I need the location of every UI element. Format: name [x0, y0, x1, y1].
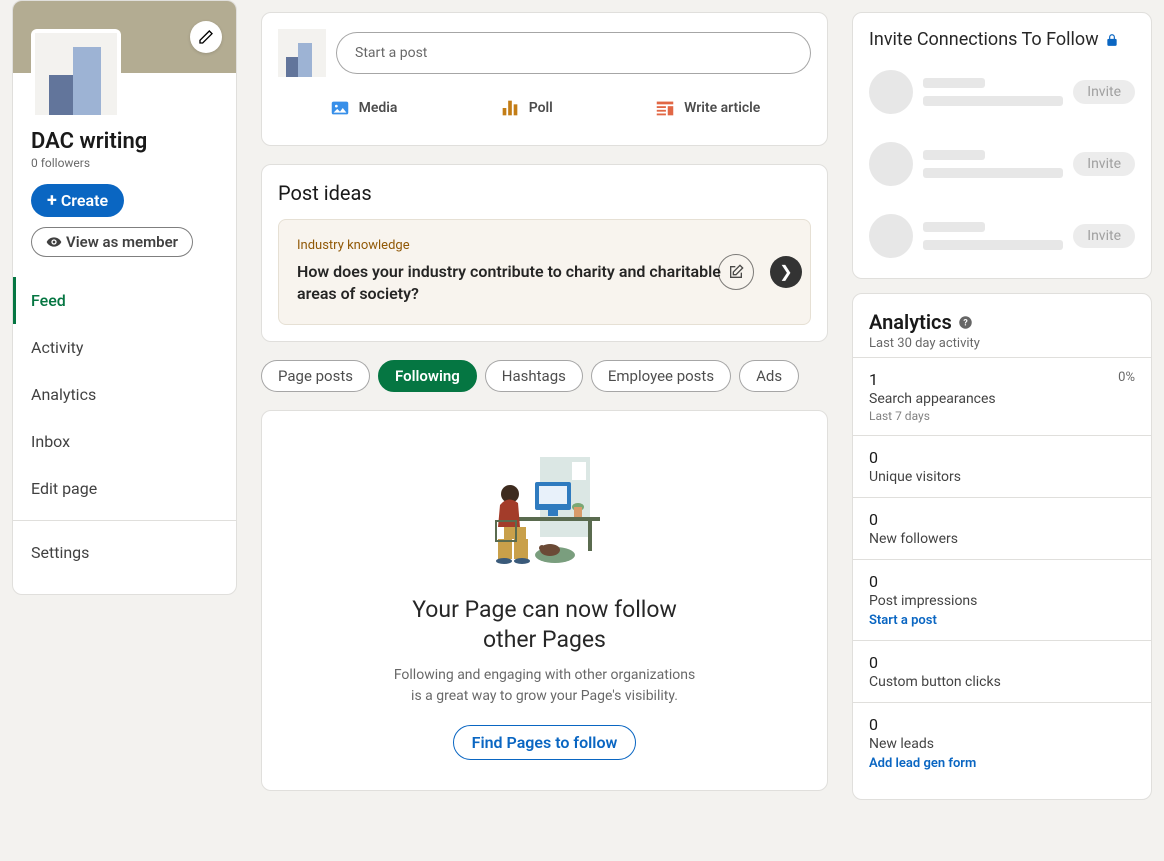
create-button[interactable]: + Create: [31, 184, 124, 217]
stat-value: 0: [869, 572, 1135, 591]
stat-value: 0: [869, 448, 1135, 467]
followers-count: 0 followers: [31, 156, 218, 170]
avatar-placeholder: [869, 70, 913, 114]
view-as-member-label: View as member: [66, 233, 178, 251]
illustration: [470, 447, 620, 577]
text-placeholder: [923, 222, 1063, 250]
feed-tabs: Page posts Following Hashtags Employee p…: [261, 360, 828, 392]
invite-card: Invite Connections To Follow Invite Invi…: [852, 12, 1152, 279]
tab-page-posts[interactable]: Page posts: [261, 360, 370, 392]
tab-ads[interactable]: Ads: [739, 360, 799, 392]
post-ideas-card: Post ideas Industry knowledge How does y…: [261, 164, 828, 342]
article-action[interactable]: Write article: [642, 87, 772, 129]
stat-custom-button-clicks[interactable]: 0 Custom button clicks: [853, 640, 1151, 702]
stat-percent: 0%: [1118, 370, 1135, 389]
stat-new-followers[interactable]: 0 New followers: [853, 497, 1151, 559]
photo-icon: [329, 97, 351, 119]
stat-value: 0: [869, 715, 1135, 734]
eye-icon: [46, 234, 62, 250]
nav-analytics[interactable]: Analytics: [13, 371, 218, 418]
analytics-card: Analytics ? Last 30 day activity 1 0% Se…: [852, 293, 1152, 800]
avatar-placeholder: [869, 142, 913, 186]
follow-subtitle: Following and engaging with other organi…: [298, 665, 791, 707]
avatar-placeholder: [869, 214, 913, 258]
compose-icon: [728, 264, 744, 280]
analytics-subtitle: Last 30 day activity: [869, 336, 1135, 351]
idea-text: How does your industry contribute to cha…: [297, 261, 754, 306]
text-placeholder: [923, 78, 1063, 106]
help-icon[interactable]: ?: [958, 315, 973, 330]
stat-value: 1: [869, 370, 878, 389]
lock-icon: [1105, 33, 1119, 47]
stat-label: Post impressions: [869, 593, 1135, 609]
stat-label: New leads: [869, 736, 1135, 752]
invite-row: Invite: [869, 142, 1135, 186]
stat-label: Unique visitors: [869, 469, 1135, 485]
idea-edit-button[interactable]: [718, 254, 754, 290]
plus-icon: +: [47, 190, 57, 211]
article-label: Write article: [684, 100, 760, 116]
divider: [13, 520, 236, 521]
invite-button[interactable]: Invite: [1073, 80, 1135, 104]
stat-sublabel: Last 7 days: [869, 409, 1135, 423]
stat-label: New followers: [869, 531, 1135, 547]
stat-unique-visitors[interactable]: 0 Unique visitors: [853, 435, 1151, 497]
post-ideas-title: Post ideas: [278, 181, 811, 205]
follow-title: Your Page can now followother Pages: [298, 595, 791, 655]
sidebar: DAC writing 0 followers + Create View as…: [12, 0, 237, 595]
media-label: Media: [359, 100, 398, 116]
follow-pages-card: Your Page can now followother Pages Foll…: [261, 410, 828, 791]
idea-next-button[interactable]: ❯: [770, 256, 802, 288]
article-icon: [654, 97, 676, 119]
poll-action[interactable]: Poll: [487, 87, 565, 129]
start-post-link[interactable]: Start a post: [869, 613, 937, 628]
page-avatar: [31, 29, 121, 119]
stat-value: 0: [869, 653, 1135, 672]
invite-title: Invite Connections To Follow: [869, 29, 1135, 50]
main-column: Start a post Media Poll Write article Po…: [261, 0, 828, 800]
text-placeholder: [923, 150, 1063, 178]
pencil-icon: [198, 29, 214, 45]
nav-activity[interactable]: Activity: [13, 324, 218, 371]
start-post-card: Start a post Media Poll Write article: [261, 12, 828, 146]
page-title: DAC writing: [31, 129, 218, 154]
svg-text:?: ?: [963, 318, 968, 328]
stat-value: 0: [869, 510, 1135, 529]
analytics-title: Analytics ?: [869, 310, 1135, 334]
edit-cover-button[interactable]: [190, 21, 222, 53]
invite-row: Invite: [869, 214, 1135, 258]
post-actions: Media Poll Write article: [278, 87, 811, 129]
idea-card: Industry knowledge How does your industr…: [278, 219, 811, 325]
add-lead-gen-link[interactable]: Add lead gen form: [869, 756, 976, 771]
stat-search-appearances[interactable]: 1 0% Search appearances Last 7 days: [853, 357, 1151, 435]
sidebar-header: [13, 1, 236, 73]
tab-following[interactable]: Following: [378, 360, 477, 392]
start-post-button[interactable]: Start a post: [336, 32, 811, 74]
invite-row: Invite: [869, 70, 1135, 114]
view-as-member-button[interactable]: View as member: [31, 227, 193, 257]
nav-settings[interactable]: Settings: [31, 529, 218, 576]
nav-edit-page[interactable]: Edit page: [13, 465, 218, 512]
tab-employee-posts[interactable]: Employee posts: [591, 360, 731, 392]
find-pages-button[interactable]: Find Pages to follow: [453, 725, 637, 760]
nav-feed[interactable]: Feed: [13, 277, 218, 324]
mini-avatar: [278, 29, 326, 77]
stat-new-leads[interactable]: 0 New leads Add lead gen form: [853, 702, 1151, 783]
poll-label: Poll: [529, 100, 553, 116]
nav-list: Feed Activity Analytics Inbox Edit page: [31, 277, 218, 512]
invite-button[interactable]: Invite: [1073, 224, 1135, 248]
chevron-right-icon: ❯: [779, 262, 792, 281]
right-column: Invite Connections To Follow Invite Invi…: [852, 0, 1152, 800]
media-action[interactable]: Media: [317, 87, 410, 129]
tab-hashtags[interactable]: Hashtags: [485, 360, 583, 392]
idea-tag: Industry knowledge: [297, 238, 754, 253]
poll-icon: [499, 97, 521, 119]
nav-inbox[interactable]: Inbox: [13, 418, 218, 465]
stat-label: Custom button clicks: [869, 674, 1135, 690]
create-label: Create: [61, 191, 108, 210]
invite-button[interactable]: Invite: [1073, 152, 1135, 176]
stat-post-impressions[interactable]: 0 Post impressions Start a post: [853, 559, 1151, 640]
stat-label: Search appearances: [869, 391, 1135, 407]
